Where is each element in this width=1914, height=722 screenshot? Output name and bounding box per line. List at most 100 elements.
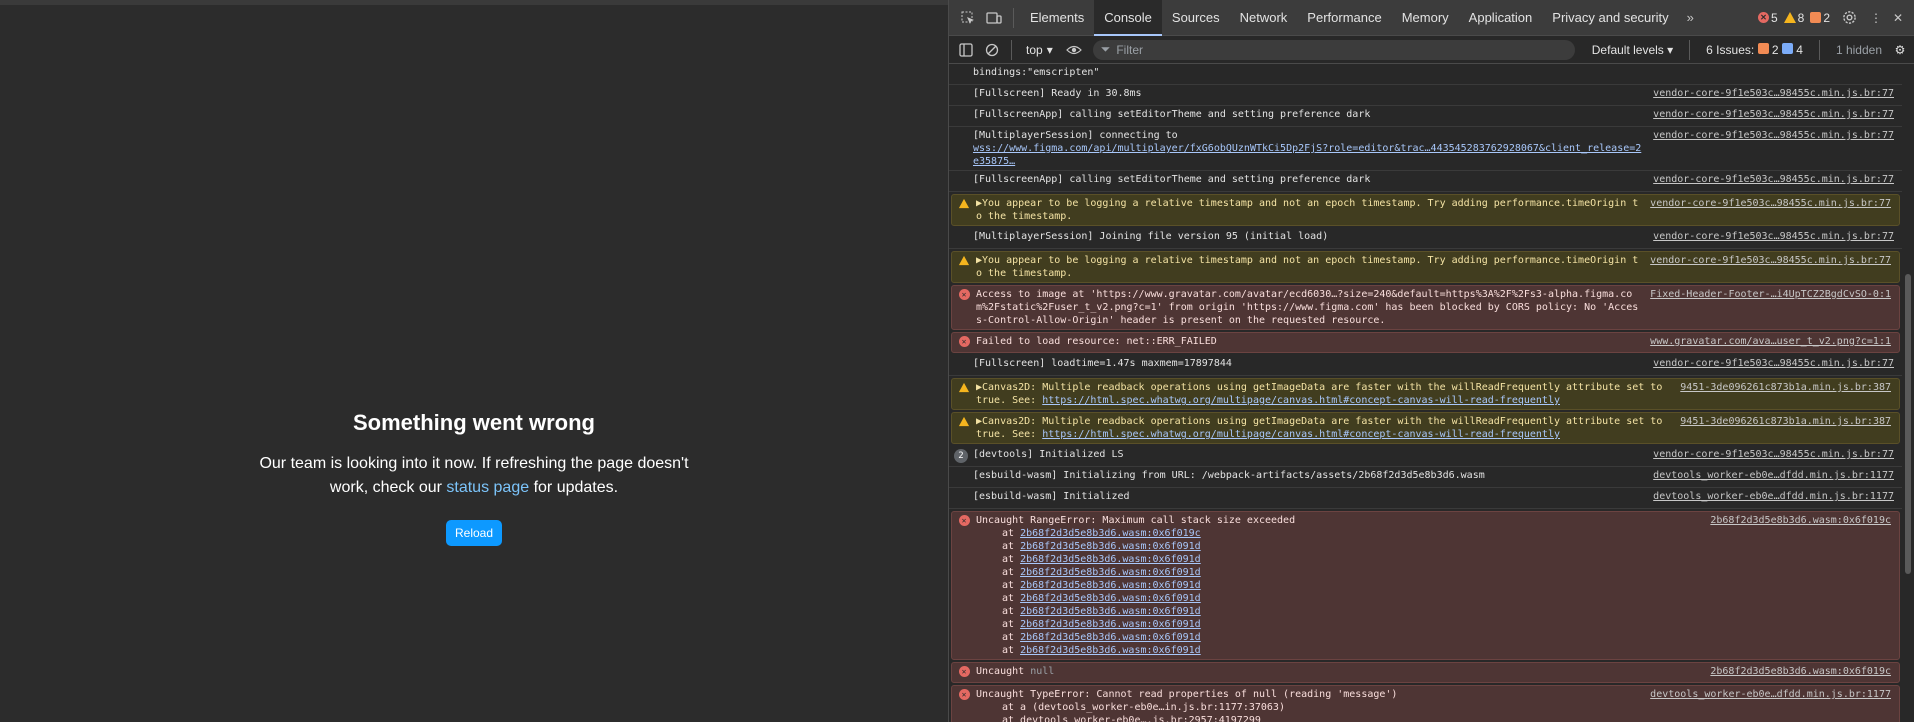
console-row: bindings:"emscripten" [949,64,1902,85]
warning-icon [952,381,976,407]
close-icon[interactable]: ✕ [1890,5,1906,31]
console-row: ▶Canvas2D: Multiple readback operations … [951,378,1900,410]
console-message: [Fullscreen] loadtime=1.47s maxmem=17897… [973,357,1643,373]
console-message: [Fullscreen] Ready in 30.8ms [973,87,1643,103]
issue-count[interactable]: 2 [1810,11,1830,25]
console-message: [FullscreenApp] calling setEditorTheme a… [973,108,1643,124]
log-levels-dropdown[interactable]: Default levels ▾ [1592,43,1673,57]
levels-label: Default levels [1591,42,1664,57]
console-row: ▶Canvas2D: Multiple readback operations … [951,412,1900,444]
device-toolbar-icon[interactable] [981,5,1007,31]
settings-gear-icon[interactable] [1836,5,1862,31]
tab-memory[interactable]: Memory [1392,0,1459,36]
source-link[interactable]: vendor-core-9f1e503c…98455c.min.js.br:77 [1653,173,1894,189]
console-message-text: Uncaught RangeError: Maximum call stack … [976,515,1296,526]
eye-icon[interactable] [1061,37,1087,63]
source-link[interactable]: 9451-3de096261c873b1a.min.js.br:387 [1680,415,1891,441]
source-link[interactable]: 2b68f2d3d5e8b3d6.wasm:0x6f019c [1710,665,1891,680]
filter-funnel-icon: ⏷ [1100,42,1111,56]
tab-network[interactable]: Network [1230,0,1298,36]
console-row: [FullscreenApp] calling setEditorTheme a… [949,171,1902,192]
tab-privacy-and-security[interactable]: Privacy and security [1542,0,1678,36]
console-row: 2 [devtools] Initialized LS vendor-core-9f… [949,446,1902,467]
console-row: ▶You appear to be logging a relative tim… [951,194,1900,226]
console-message[interactable]: ▶You appear to be logging a relative tim… [976,254,1640,280]
console-message[interactable]: ▶Canvas2D: Multiple readback operations … [976,415,1670,441]
more-options-icon[interactable]: ⋮ [1868,5,1884,31]
tab-elements[interactable]: Elements [1020,0,1094,36]
devtools-tabbar: Elements Console Sources Network Performance… [949,0,1914,36]
tab-performance[interactable]: Performance [1297,0,1391,36]
source-link[interactable]: 2b68f2d3d5e8b3d6.wasm:0x6f019c [1710,514,1891,657]
source-link[interactable]: devtools_worker-eb0e…dfdd.min.js.br:1177 [1650,688,1891,722]
stack-frame[interactable]: at devtools_worker-eb0e….js.br:2957:4197… [976,714,1640,722]
source-link[interactable]: vendor-core-9f1e503c…98455c.min.js.br:77 [1653,129,1894,168]
tab-sources[interactable]: Sources [1162,0,1230,36]
console-row: ✕ Uncaught null 2b68f2d3d5e8b3d6.wasm:0x6f… [951,662,1900,683]
source-link[interactable]: vendor-core-9f1e503c…98455c.min.js.br:77 [1653,230,1894,246]
error-icon: ✕ [952,288,976,327]
log-icon [949,230,973,246]
source-link[interactable]: devtools_worker-eb0e…dfdd.min.js.br:1177 [1653,469,1894,485]
console-message[interactable]: ▶You appear to be logging a relative tim… [976,197,1640,223]
source-link[interactable]: vendor-core-9f1e503c…98455c.min.js.br:77 [1650,254,1891,280]
inspect-element-icon[interactable] [955,5,981,31]
stack-frame: at 2b68f2d3d5e8b3d6.wasm:0x6f091d [1002,593,1201,604]
stack-frame[interactable]: at a (devtools_worker-eb0e…in.js.br:1177… [976,701,1640,714]
context-value: top [1026,42,1043,57]
stack-frame-link[interactable]: 2b68f2d3d5e8b3d6.wasm:0x6f091d [1020,567,1201,578]
stack-frame-link[interactable]: 2b68f2d3d5e8b3d6.wasm:0x6f091d [1020,606,1201,617]
reload-button[interactable]: Reload [445,520,503,546]
scrollbar-thumb[interactable] [1905,274,1911,574]
issue-info-icon [1781,42,1793,54]
sidebar-toggle-icon[interactable] [953,37,979,63]
issue-error-icon [1757,42,1769,54]
console-scrollbar[interactable] [1902,64,1914,722]
source-link[interactable]: vendor-core-9f1e503c…98455c.min.js.br:77 [1653,448,1894,464]
source-link[interactable]: vendor-core-9f1e503c…98455c.min.js.br:77 [1653,87,1894,103]
console-message: [esbuild-wasm] Initialized [973,490,1643,506]
stack-frame-link[interactable]: 2b68f2d3d5e8b3d6.wasm:0x6f091d [1020,619,1201,630]
console-message-text: bindings:"emscripten" [973,67,1100,78]
console-message: [esbuild-wasm] Initializing from URL: /w… [973,469,1643,485]
status-page-link[interactable]: status page [446,479,529,496]
toolbar-right: ✕ 5 8 2 ⋮ ✕ [1757,5,1914,31]
warning-count[interactable]: 8 [1783,11,1804,25]
tab-console[interactable]: Console [1094,0,1162,36]
console-message-text: [MultiplayerSession] connecting to [973,130,1178,141]
console-filter-bar: top ▾ ⏷ Filter Default levels ▾ 6 Issues: … [949,36,1914,64]
source-link[interactable]: 9451-3de096261c873b1a.min.js.br:387 [1680,381,1891,407]
source-link[interactable]: vendor-core-9f1e503c…98455c.min.js.br:77 [1653,357,1894,373]
console-url-link[interactable]: wss://www.figma.com/api/multiplayer/fxG6… [973,143,1641,167]
console-url-link[interactable]: https://html.spec.whatwg.org/multipage/c… [1042,429,1560,440]
clear-console-icon[interactable] [979,37,1005,63]
error-icon: ✕ [952,335,976,350]
stack-frame-link[interactable]: 2b68f2d3d5e8b3d6.wasm:0x6f091d [1020,632,1201,643]
console-message: [FullscreenApp] calling setEditorTheme a… [973,173,1643,189]
context-selector[interactable]: top ▾ [1018,43,1061,57]
stack-frame-link[interactable]: 2b68f2d3d5e8b3d6.wasm:0x6f091d [1020,593,1201,604]
console-settings-icon[interactable]: ⚙ [1892,37,1908,63]
stack-frame-link[interactable]: 2b68f2d3d5e8b3d6.wasm:0x6f091d [1020,645,1201,656]
tab-application[interactable]: Application [1459,0,1543,36]
dropdown-arrow-icon: ▾ [1046,42,1053,57]
error-count[interactable]: ✕ 5 [1757,10,1778,25]
issues-counter[interactable]: 6 Issues: 2 4 [1706,42,1803,57]
source-link[interactable]: vendor-core-9f1e503c…98455c.min.js.br:77 [1650,197,1891,223]
stack-frame-link[interactable]: 2b68f2d3d5e8b3d6.wasm:0x6f091d [1020,554,1201,565]
error-count-value: 5 [1770,10,1778,25]
stack-frame-link[interactable]: 2b68f2d3d5e8b3d6.wasm:0x6f019c [1020,528,1201,539]
issues-error-count: 2 [1771,42,1779,57]
source-link[interactable]: devtools_worker-eb0e…dfdd.min.js.br:1177 [1653,490,1894,506]
console-url-link[interactable]: https://html.spec.whatwg.org/multipage/c… [1042,395,1560,406]
source-link[interactable]: vendor-core-9f1e503c…98455c.min.js.br:77 [1653,108,1894,124]
more-tabs-button[interactable]: » [1679,0,1702,36]
stack-frame-link[interactable]: 2b68f2d3d5e8b3d6.wasm:0x6f091d [1020,541,1201,552]
console-message[interactable]: ▶Canvas2D: Multiple readback operations … [976,381,1670,407]
source-link[interactable]: Fixed-Header-Footer-…i4UpTCZ2BgdCvSO-0:1 [1650,288,1891,327]
console-message: Failed to load resource: net::ERR_FAILED [976,335,1640,350]
filter-input[interactable]: ⏷ Filter [1092,39,1575,60]
separator [1818,39,1820,60]
stack-frame-link[interactable]: 2b68f2d3d5e8b3d6.wasm:0x6f091d [1020,580,1201,591]
source-link[interactable]: www.gravatar.com/ava…user_t_v2.png?c=1:1 [1650,335,1891,350]
